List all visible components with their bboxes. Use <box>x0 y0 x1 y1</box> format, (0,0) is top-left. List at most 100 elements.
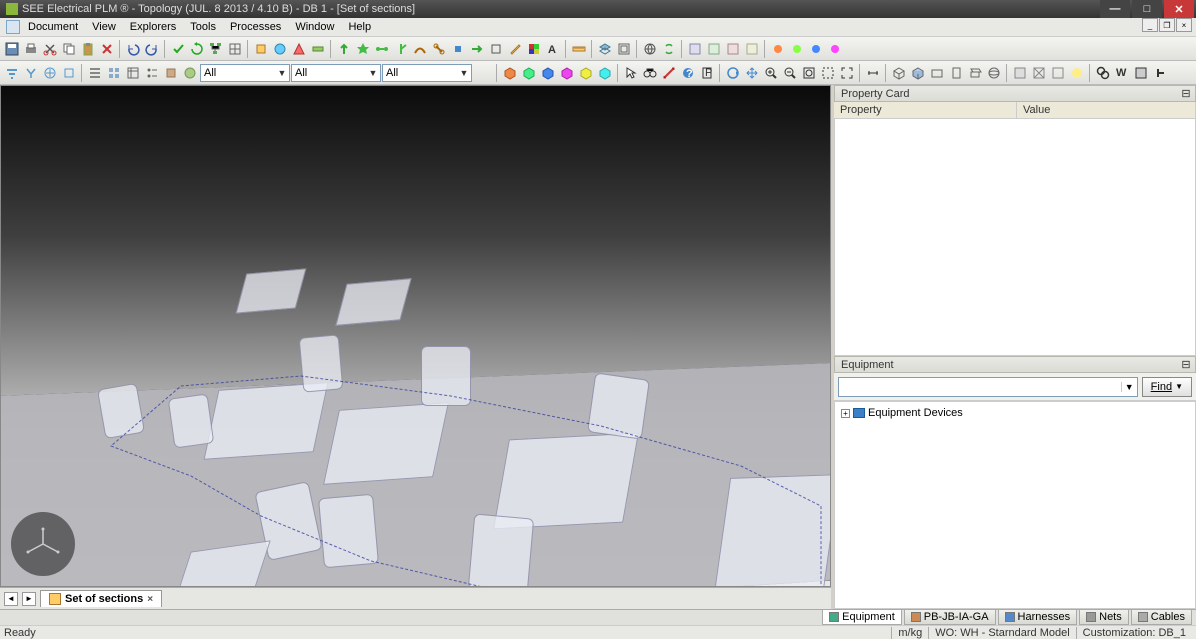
pin-icon[interactable]: ⊟ <box>1179 358 1193 372</box>
document-menu-icon[interactable] <box>6 20 20 34</box>
tb-layers-icon[interactable] <box>596 40 614 58</box>
tb2-color-cube-4-icon[interactable] <box>558 64 576 82</box>
tb2-dim-icon[interactable] <box>864 64 882 82</box>
menu-tools[interactable]: Tools <box>184 19 222 35</box>
tb2-filter-1-icon[interactable] <box>3 64 21 82</box>
tb-curve-icon[interactable] <box>411 40 429 58</box>
tb-pencil-icon[interactable] <box>506 40 524 58</box>
tb-toggle-4-icon[interactable] <box>309 40 327 58</box>
tb2-zoom-all-icon[interactable] <box>838 64 856 82</box>
tb2-park-icon[interactable]: P <box>698 64 716 82</box>
tb-toggle-1-icon[interactable] <box>252 40 270 58</box>
window-close-button[interactable]: ✕ <box>1164 0 1194 18</box>
tb-branch-green-icon[interactable] <box>392 40 410 58</box>
tb2-view3d-4-icon[interactable] <box>947 64 965 82</box>
window-maximize-button[interactable]: □ <box>1132 0 1162 18</box>
doc-tab-prev-button[interactable]: ◄ <box>4 592 18 606</box>
tb-paste-icon[interactable] <box>79 40 97 58</box>
tb2-zoom-in-icon[interactable] <box>762 64 780 82</box>
equipment-panel-header[interactable]: Equipment ⊟ <box>834 356 1196 373</box>
tree-expand-icon[interactable]: + <box>841 409 850 418</box>
tb-redo-icon[interactable] <box>143 40 161 58</box>
3d-viewport[interactable] <box>0 85 831 587</box>
tb-box-icon[interactable] <box>487 40 505 58</box>
tb2-view3d-1-icon[interactable] <box>890 64 908 82</box>
tb2-filter-2-icon[interactable] <box>22 64 40 82</box>
tb-view-2-icon[interactable] <box>705 40 723 58</box>
menu-window[interactable]: Window <box>289 19 340 35</box>
tb-link-icon[interactable] <box>430 40 448 58</box>
mdi-close-button[interactable]: × <box>1176 18 1192 32</box>
tb2-last-icon[interactable] <box>1151 64 1169 82</box>
tb2-goto-icon[interactable]: W <box>1113 64 1131 82</box>
tb2-combo-2[interactable]: All▼ <box>291 64 381 82</box>
tb2-render-4-icon[interactable] <box>1068 64 1086 82</box>
menu-explorers[interactable]: Explorers <box>124 19 182 35</box>
tb2-select-icon[interactable] <box>622 64 640 82</box>
tb-toggle-2-icon[interactable] <box>271 40 289 58</box>
tb2-color-cube-6-icon[interactable] <box>596 64 614 82</box>
tb2-binoculars-icon[interactable] <box>641 64 659 82</box>
pin-icon[interactable]: ⊟ <box>1179 87 1193 101</box>
tb-text-icon[interactable]: A <box>544 40 562 58</box>
tb-arrow-up-green-icon[interactable] <box>335 40 353 58</box>
tb-connector-green-icon[interactable] <box>373 40 391 58</box>
tb2-view3d-5-icon[interactable] <box>966 64 984 82</box>
tb2-find-icon[interactable] <box>1094 64 1112 82</box>
tb-star-green-icon[interactable] <box>354 40 372 58</box>
tb2-view3d-2-icon[interactable] <box>909 64 927 82</box>
tb-mode-2-icon[interactable] <box>788 40 806 58</box>
tb-check-icon[interactable] <box>169 40 187 58</box>
tb2-color-cube-5-icon[interactable] <box>577 64 595 82</box>
tb2-filter-4-icon[interactable] <box>60 64 78 82</box>
bottom-tab-cables[interactable]: Cables <box>1131 610 1192 625</box>
tb2-pan-icon[interactable] <box>743 64 761 82</box>
tb2-filter-3-icon[interactable] <box>41 64 59 82</box>
tb-frame-icon[interactable] <box>615 40 633 58</box>
tb-globe-icon[interactable] <box>641 40 659 58</box>
equipment-find-button[interactable]: Find ▼ <box>1142 377 1192 397</box>
tb-copy-icon[interactable] <box>60 40 78 58</box>
tb2-render-3-icon[interactable] <box>1049 64 1067 82</box>
menu-processes[interactable]: Processes <box>224 19 287 35</box>
tb-mode-1-icon[interactable] <box>769 40 787 58</box>
tb-cut-icon[interactable] <box>41 40 59 58</box>
tb-mode-4-icon[interactable] <box>826 40 844 58</box>
tb2-list-2-icon[interactable] <box>105 64 123 82</box>
menu-help[interactable]: Help <box>342 19 377 35</box>
tb-undo-icon[interactable] <box>124 40 142 58</box>
tb-refresh-icon[interactable] <box>188 40 206 58</box>
tb-view-3-icon[interactable] <box>724 40 742 58</box>
tb2-render-1-icon[interactable] <box>1011 64 1029 82</box>
tb-mode-3-icon[interactable] <box>807 40 825 58</box>
tb-sync-icon[interactable] <box>660 40 678 58</box>
property-column-header[interactable]: Property <box>834 102 1017 118</box>
tb2-rotate-icon[interactable] <box>724 64 742 82</box>
tb2-list-4-icon[interactable] <box>143 64 161 82</box>
tb-view-1-icon[interactable] <box>686 40 704 58</box>
tb2-color-cube-3-icon[interactable] <box>539 64 557 82</box>
document-tab-active[interactable]: Set of sections × <box>40 590 162 607</box>
tb2-color-cube-2-icon[interactable] <box>520 64 538 82</box>
tb2-zoom-window-icon[interactable] <box>819 64 837 82</box>
property-card-panel-header[interactable]: Property Card ⊟ <box>834 85 1196 102</box>
tb-view-4-icon[interactable] <box>743 40 761 58</box>
tb-toggle-3-icon[interactable] <box>290 40 308 58</box>
tb-tree-icon[interactable] <box>207 40 225 58</box>
mdi-restore-button[interactable]: ❐ <box>1159 18 1175 32</box>
tb-print-icon[interactable] <box>22 40 40 58</box>
tb2-info-icon[interactable]: ? <box>679 64 697 82</box>
tree-root-node[interactable]: + Equipment Devices <box>839 406 1191 420</box>
doc-tab-close-icon[interactable]: × <box>147 594 153 605</box>
tb2-combo-3[interactable]: All▼ <box>382 64 472 82</box>
tb2-list-6-icon[interactable] <box>181 64 199 82</box>
bottom-tab-equipment[interactable]: Equipment <box>822 610 902 625</box>
tb-arrow-right-green-icon[interactable] <box>468 40 486 58</box>
equipment-search-combo[interactable]: ▼ <box>838 377 1138 397</box>
tb2-list-1-icon[interactable] <box>86 64 104 82</box>
tb2-render-2-icon[interactable] <box>1030 64 1048 82</box>
tb2-zoom-out-icon[interactable] <box>781 64 799 82</box>
mdi-minimize-button[interactable]: _ <box>1142 18 1158 32</box>
tb2-measure-icon[interactable] <box>660 64 678 82</box>
tb2-list-3-icon[interactable] <box>124 64 142 82</box>
